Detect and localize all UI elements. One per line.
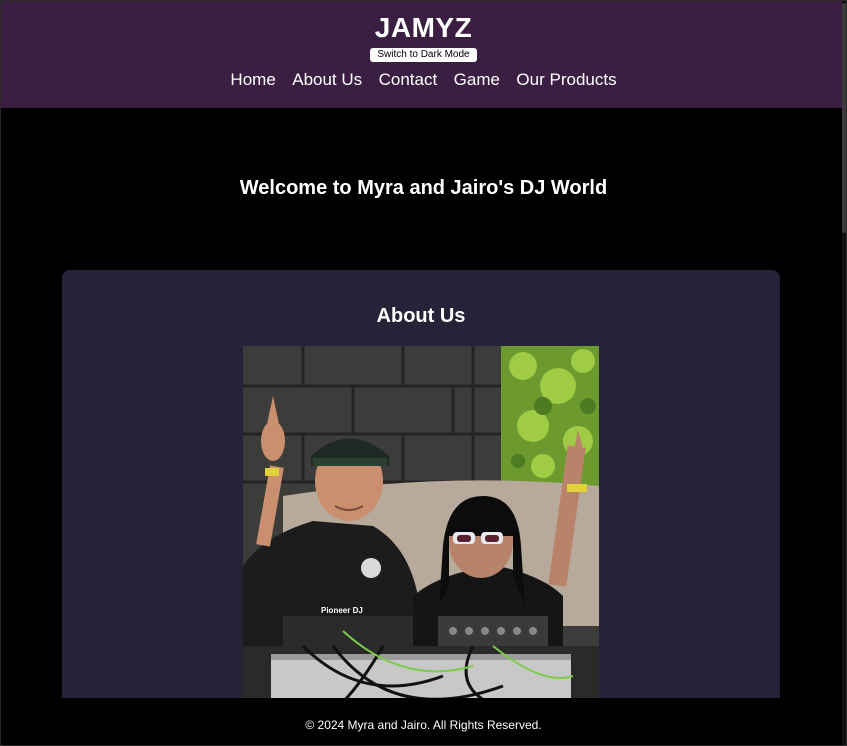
main-nav: Home About Us Contact Game Our Products: [1, 70, 846, 90]
theme-toggle-button[interactable]: Switch to Dark Mode: [370, 48, 477, 62]
nav-link-our-products[interactable]: Our Products: [516, 70, 616, 89]
nav-link-about-us[interactable]: About Us: [292, 70, 362, 89]
site-header: JAMYZ Switch to Dark Mode Home About Us …: [1, 1, 846, 108]
site-footer: © 2024 Myra and Jairo. All Rights Reserv…: [1, 698, 846, 745]
dj-photo: Pioneer DJ: [243, 346, 599, 730]
nav-link-game[interactable]: Game: [454, 70, 500, 89]
copyright-text: © 2024 Myra and Jairo. All Rights Reserv…: [305, 718, 542, 732]
about-section: About Us Pioneer DJ: [62, 270, 780, 730]
page-scrollbar[interactable]: [842, 1, 846, 745]
scrollbar-thumb[interactable]: [842, 3, 846, 233]
about-heading: About Us: [376, 305, 466, 327]
pioneer-dj-label: Pioneer DJ: [321, 606, 363, 615]
nav-link-home[interactable]: Home: [230, 70, 275, 89]
nav-link-contact[interactable]: Contact: [379, 70, 438, 89]
welcome-heading: Welcome to Myra and Jairo's DJ World: [239, 177, 608, 199]
browser-viewport: JAMYZ Switch to Dark Mode Home About Us …: [0, 0, 847, 746]
dj-photo-illustration: Pioneer DJ: [243, 346, 599, 730]
site-title: JAMYZ: [374, 12, 473, 43]
